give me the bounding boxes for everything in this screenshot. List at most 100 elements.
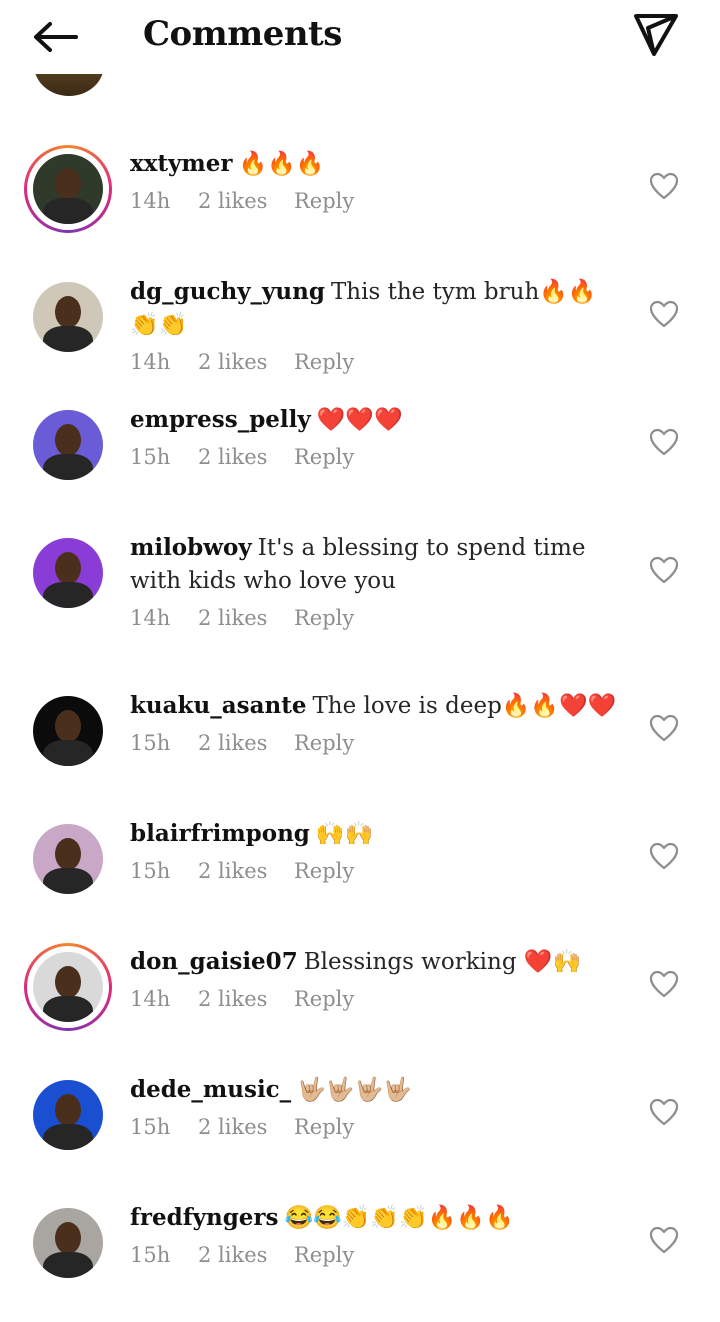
page-title: Comments — [143, 14, 342, 54]
avatar-face — [55, 552, 81, 584]
like-button[interactable] — [648, 1225, 680, 1255]
avatar-button[interactable] — [24, 529, 112, 617]
avatar-button[interactable] — [24, 401, 112, 489]
reply-button[interactable]: Reply — [294, 1243, 354, 1267]
comment-body: blairfrimpong 🙌🙌 — [130, 817, 620, 851]
comment-body: kuaku_asante The love is deep🔥🔥❤️❤️ — [130, 689, 620, 723]
back-button[interactable] — [28, 14, 84, 58]
avatar — [33, 824, 103, 894]
reply-button[interactable]: Reply — [294, 731, 354, 755]
comment-time: 14h — [130, 606, 171, 630]
avatar-button[interactable] — [24, 815, 112, 903]
avatar — [33, 1080, 103, 1150]
comment-meta: 14h 2 likes Reply — [130, 987, 620, 1011]
comment-text-block: kuaku_asante The love is deep🔥🔥❤️❤️ 15h 2 l… — [130, 689, 620, 755]
share-button[interactable] — [630, 10, 682, 58]
comment-likes[interactable]: 2 likes — [198, 189, 294, 213]
comment-meta: 14h 2 likes Reply — [130, 189, 620, 213]
comment-likes[interactable]: 2 likes — [198, 859, 294, 883]
avatar-body — [43, 740, 93, 766]
comment-likes[interactable]: 2 likes — [198, 1115, 294, 1139]
comment-username[interactable]: fredfyngers — [130, 1204, 279, 1231]
heart-icon — [649, 300, 679, 328]
heart-icon — [649, 1226, 679, 1254]
comment-username[interactable]: dg_guchy_yung — [130, 278, 325, 305]
reply-button[interactable]: Reply — [294, 350, 354, 374]
comment-likes[interactable]: 2 likes — [198, 350, 294, 374]
like-button[interactable] — [648, 555, 680, 585]
like-button[interactable] — [648, 427, 680, 457]
comment-body: milobwoy It's a blessing to spend time wi… — [130, 531, 620, 598]
heart-icon — [649, 1098, 679, 1126]
comment-likes[interactable]: 2 likes — [198, 445, 294, 469]
avatar-body — [43, 198, 93, 224]
comment-likes[interactable]: 2 likes — [198, 1243, 294, 1267]
comment-likes[interactable]: 2 likes — [198, 731, 294, 755]
avatar — [33, 538, 103, 608]
like-button[interactable] — [648, 1097, 680, 1127]
comment-body: fredfyngers 😂😂👏👏👏🔥🔥🔥 — [130, 1201, 620, 1235]
comment-username[interactable]: blairfrimpong — [130, 820, 310, 847]
avatar-face — [55, 168, 81, 200]
like-button[interactable] — [648, 171, 680, 201]
comment-text-block: don_gaisie07 Blessings working ❤️🙌 14h 2 li… — [130, 945, 620, 1011]
avatar-button[interactable] — [24, 943, 112, 1031]
comment-text: Blessings working ❤️🙌 — [303, 949, 582, 975]
comment-text: The love is deep🔥🔥❤️❤️ — [312, 693, 617, 719]
reply-button[interactable]: Reply — [294, 606, 354, 630]
reply-button[interactable]: Reply — [294, 1115, 354, 1139]
reply-button[interactable]: Reply — [294, 189, 354, 213]
reply-button[interactable]: Reply — [294, 859, 354, 883]
comment-text: 🔥🔥🔥 — [238, 151, 325, 177]
comment-body: dede_music_ 🤟🏼🤟🏼🤟🏼🤟🏼 — [130, 1073, 620, 1107]
comment-text: 😂😂👏👏👏🔥🔥🔥 — [284, 1205, 514, 1231]
comment-username[interactable]: empress_pelly — [130, 406, 311, 433]
avatar — [33, 952, 103, 1022]
heart-icon — [649, 970, 679, 998]
comment-time: 15h — [130, 445, 171, 469]
comment-text-block: blairfrimpong 🙌🙌 15h 2 likes Reply — [130, 817, 620, 883]
comment-time: 15h — [130, 1115, 171, 1139]
comment-body: dg_guchy_yung This the tym bruh🔥🔥👏👏 — [130, 275, 620, 342]
avatar — [33, 282, 103, 352]
avatar-face — [55, 1094, 81, 1126]
avatar-body — [43, 1124, 93, 1150]
comment-likes[interactable]: 2 likes — [198, 987, 294, 1011]
comment-time: 14h — [130, 189, 171, 213]
avatar-button[interactable] — [24, 145, 112, 233]
comment-username[interactable]: kuaku_asante — [130, 692, 306, 719]
like-button[interactable] — [648, 841, 680, 871]
avatar-button[interactable] — [24, 1199, 112, 1287]
comment-username[interactable]: milobwoy — [130, 534, 252, 561]
comment-likes[interactable]: 2 likes — [198, 606, 294, 630]
avatar-face — [55, 296, 81, 328]
avatar-body — [43, 326, 93, 352]
avatar — [33, 696, 103, 766]
comment-text-block: dede_music_ 🤟🏼🤟🏼🤟🏼🤟🏼 15h 2 likes Reply — [130, 1073, 620, 1139]
comment-username[interactable]: dede_music_ — [130, 1076, 291, 1103]
avatar-button[interactable] — [24, 687, 112, 775]
heart-icon — [649, 842, 679, 870]
comment-time: 15h — [130, 731, 171, 755]
comment-text: 🤟🏼🤟🏼🤟🏼🤟🏼 — [297, 1077, 412, 1103]
comment-text-block: milobwoy It's a blessing to spend time wi… — [130, 531, 620, 630]
heart-icon — [649, 556, 679, 584]
reply-button[interactable]: Reply — [294, 445, 354, 469]
comment-text: 🙌🙌 — [315, 821, 374, 847]
comment-text-block: dg_guchy_yung This the tym bruh🔥🔥👏👏 14h 2 l… — [130, 275, 620, 374]
avatar-body — [43, 1252, 93, 1278]
comment-username[interactable]: xxtymer — [130, 150, 233, 177]
avatar — [33, 1208, 103, 1278]
send-icon — [634, 14, 678, 56]
like-button[interactable] — [648, 713, 680, 743]
comment-username[interactable]: don_gaisie07 — [130, 948, 298, 975]
avatar-body — [43, 868, 93, 894]
avatar-button[interactable] — [24, 273, 112, 361]
comment-time: 14h — [130, 987, 171, 1011]
reply-button[interactable]: Reply — [294, 987, 354, 1011]
like-button[interactable] — [648, 969, 680, 999]
comment-time: 15h — [130, 859, 171, 883]
like-button[interactable] — [648, 299, 680, 329]
avatar-body — [43, 996, 93, 1022]
avatar-button[interactable] — [24, 1071, 112, 1159]
